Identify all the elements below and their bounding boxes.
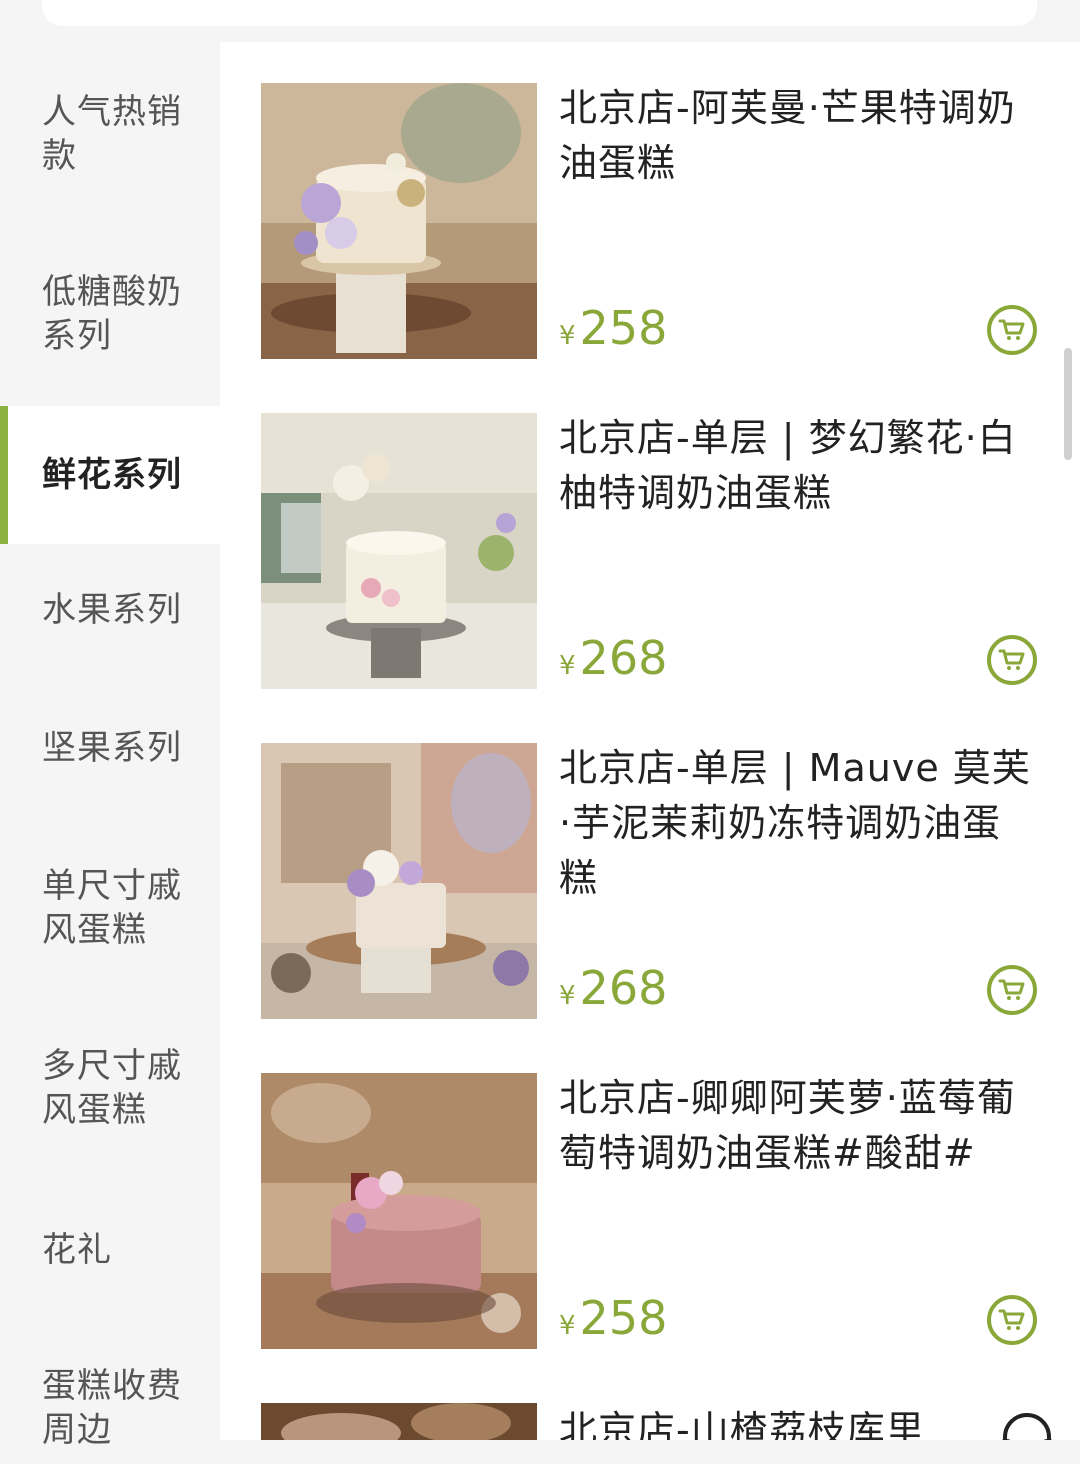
product-image[interactable] xyxy=(261,743,537,1019)
top-strip xyxy=(0,0,1080,42)
category-item-nuts[interactable]: 坚果系列 xyxy=(0,726,220,786)
active-indicator xyxy=(0,406,8,544)
category-label: 低糖酸奶系列 xyxy=(42,272,182,356)
category-item-flowers[interactable]: 鲜花系列 xyxy=(0,406,220,544)
category-item-flower-gifts[interactable]: 花礼 xyxy=(0,1228,220,1288)
product-list: 北京店-阿芙曼·芒果特调奶油蛋糕 ¥258 北京店-单层 | 梦幻繁花·白柚特调… xyxy=(220,42,1080,1440)
cart-icon xyxy=(998,649,1025,670)
category-label: 花礼 xyxy=(42,1230,112,1270)
product-card[interactable]: 北京店-阿芙曼·芒果特调奶油蛋糕 ¥258 xyxy=(261,83,1061,359)
currency-symbol: ¥ xyxy=(559,981,576,1011)
product-card[interactable]: 北京店-卿卿阿芙萝·蓝莓葡萄特调奶油蛋糕#酸甜# ¥258 xyxy=(261,1073,1061,1349)
add-to-cart-button[interactable] xyxy=(987,635,1037,685)
price-amount: 268 xyxy=(579,631,668,685)
product-title[interactable]: 北京店-单层 | Mauve 莫芙·芋泥茉莉奶冻特调奶油蛋糕 xyxy=(559,741,1039,906)
add-to-cart-button[interactable] xyxy=(987,305,1037,355)
add-to-cart-button[interactable] xyxy=(987,1295,1037,1345)
product-price: ¥268 xyxy=(559,631,667,685)
category-item-cake-extras[interactable]: 蛋糕收费周边 xyxy=(0,1364,220,1464)
price-amount: 258 xyxy=(579,301,668,355)
product-image[interactable] xyxy=(261,413,537,689)
search-area-card[interactable] xyxy=(42,0,1037,26)
currency-symbol: ¥ xyxy=(559,1311,576,1341)
product-title[interactable]: 北京店-山楂荔枝库里 xyxy=(559,1403,925,1440)
headset-icon xyxy=(1001,1413,1053,1440)
product-title[interactable]: 北京店-卿卿阿芙萝·蓝莓葡萄特调奶油蛋糕#酸甜# xyxy=(559,1071,1039,1181)
product-price: ¥258 xyxy=(559,1291,667,1345)
cart-icon xyxy=(998,979,1025,1000)
category-item-single-size-chiffon[interactable]: 单尺寸戚风蛋糕 xyxy=(0,864,220,964)
category-label: 蛋糕收费周边 xyxy=(42,1366,182,1450)
category-item-popular[interactable]: 人气热销款 xyxy=(0,88,220,226)
category-item-multi-size-chiffon[interactable]: 多尺寸戚风蛋糕 xyxy=(0,1044,220,1144)
price-amount: 258 xyxy=(579,1291,668,1345)
product-title[interactable]: 北京店-单层 | 梦幻繁花·白柚特调奶油蛋糕 xyxy=(559,411,1039,521)
product-card[interactable]: 北京店-山楂荔枝库里 xyxy=(261,1403,1061,1440)
scrollbar[interactable] xyxy=(1064,348,1072,460)
category-label: 鲜花系列 xyxy=(42,455,182,495)
category-label: 单尺寸戚风蛋糕 xyxy=(42,866,182,950)
product-title[interactable]: 北京店-阿芙曼·芒果特调奶油蛋糕 xyxy=(559,81,1039,191)
product-price: ¥268 xyxy=(559,961,667,1015)
customer-service-button[interactable] xyxy=(997,1409,1057,1440)
product-image[interactable] xyxy=(261,1073,537,1349)
price-amount: 268 xyxy=(579,961,668,1015)
cart-icon xyxy=(998,1309,1025,1330)
cart-icon xyxy=(998,319,1025,340)
category-label: 多尺寸戚风蛋糕 xyxy=(42,1046,182,1130)
category-item-low-sugar-yogurt[interactable]: 低糖酸奶系列 xyxy=(0,270,220,408)
product-image[interactable] xyxy=(261,83,537,359)
category-label: 人气热销款 xyxy=(42,92,182,176)
category-label: 坚果系列 xyxy=(42,728,182,768)
product-card[interactable]: 北京店-单层 | Mauve 莫芙·芋泥茉莉奶冻特调奶油蛋糕 ¥268 xyxy=(261,743,1061,1019)
product-image[interactable] xyxy=(261,1403,537,1440)
category-sidebar: 人气热销款 低糖酸奶系列 鲜花系列 水果系列 坚果系列 单尺寸戚风蛋糕 多尺寸戚… xyxy=(0,42,220,1450)
currency-symbol: ¥ xyxy=(559,321,576,351)
add-to-cart-button[interactable] xyxy=(987,965,1037,1015)
product-price: ¥258 xyxy=(559,301,667,355)
currency-symbol: ¥ xyxy=(559,651,576,681)
product-card[interactable]: 北京店-单层 | 梦幻繁花·白柚特调奶油蛋糕 ¥268 xyxy=(261,413,1061,689)
category-label: 水果系列 xyxy=(42,590,182,630)
category-item-fruit[interactable]: 水果系列 xyxy=(0,588,220,648)
